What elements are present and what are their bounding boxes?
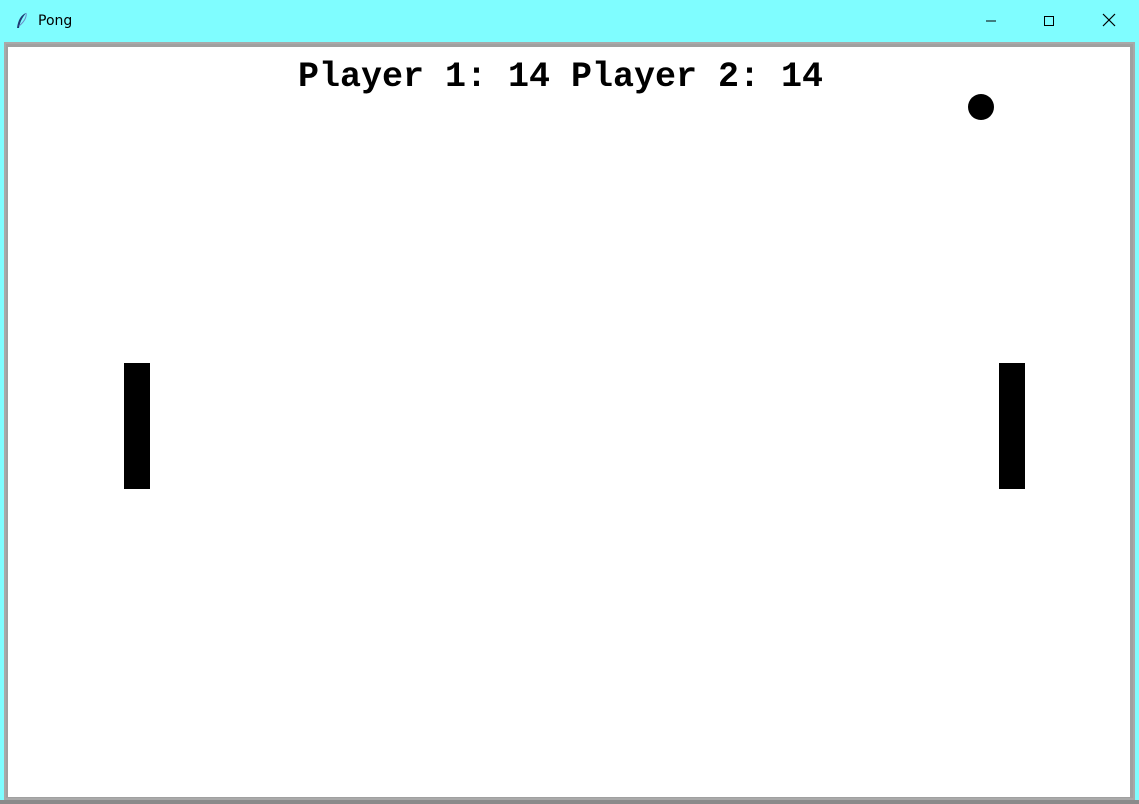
window-bottom-border — [0, 800, 1139, 804]
window-title: Pong — [38, 13, 73, 29]
minimize-icon — [985, 12, 997, 31]
ball — [968, 94, 994, 120]
close-icon — [1102, 12, 1116, 31]
title-bar[interactable]: Pong — [0, 0, 1139, 42]
maximize-button[interactable] — [1020, 0, 1078, 42]
minimize-button[interactable] — [962, 0, 1020, 42]
close-button[interactable] — [1078, 0, 1139, 42]
feather-icon — [12, 11, 32, 31]
game-canvas[interactable]: Player 1: 14 Player 2: 14 — [8, 47, 1130, 797]
left-paddle — [124, 363, 150, 489]
app-window: Pong Player 1: 14 Player 2: 14 — [0, 0, 1139, 804]
right-paddle — [999, 363, 1025, 489]
score-display: Player 1: 14 Player 2: 14 — [297, 57, 824, 97]
maximize-icon — [1043, 12, 1055, 31]
